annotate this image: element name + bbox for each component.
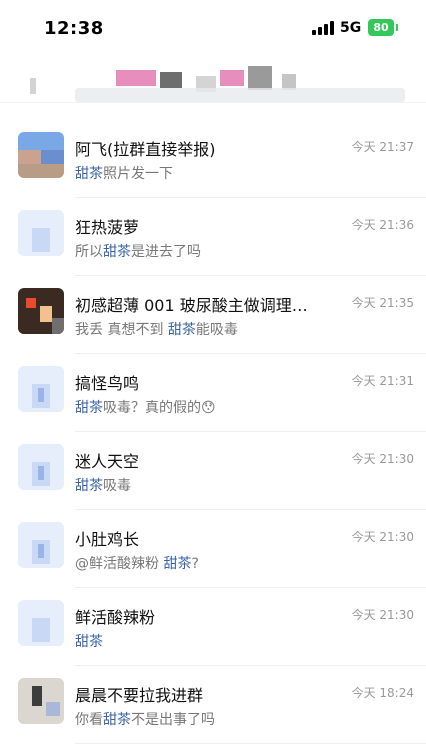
preview-suffix: 照片发一下	[103, 166, 173, 182]
chat-name: 狂热菠萝	[75, 218, 140, 237]
chat-time: 今天 21:30	[351, 452, 414, 466]
network-type: 5G	[340, 20, 362, 36]
status-bar: 12:38 5G 80	[0, 0, 426, 56]
chat-time: 今天 21:30	[351, 530, 414, 544]
chat-name: 小肚鸡长	[75, 530, 140, 549]
chat-list-item[interactable]: 迷人天空 今天 21:30 甜茶吸毒	[0, 432, 426, 510]
chat-list-item[interactable]: 鲜活酸辣粉 今天 21:30 甜茶	[0, 588, 426, 666]
chat-time: 今天 18:24	[351, 686, 414, 700]
chat-preview: 甜茶吸毒	[75, 475, 131, 495]
mention-tag[interactable]: 甜茶	[168, 322, 196, 338]
preview-suffix: 能吸毒	[195, 322, 238, 338]
mention-tag[interactable]: 甜茶	[75, 634, 103, 650]
chat-time: 今天 21:36	[351, 218, 414, 232]
chat-name: 晨晨不要拉我进群	[75, 686, 204, 705]
preview-prefix: 所以	[75, 244, 103, 260]
preview-prefix: 你看	[75, 712, 103, 728]
chat-name: 初感超薄 001 玻尿酸主做调理…	[75, 296, 308, 315]
preview-prefix: @鲜活酸辣粉	[75, 556, 164, 572]
row-divider	[75, 743, 426, 744]
chat-time: 今天 21:37	[351, 140, 414, 154]
chat-list-item[interactable]: 阿飞(拉群直接举报) 今天 21:37 甜茶照片发一下	[0, 120, 426, 198]
chat-time: 今天 21:31	[351, 374, 414, 388]
battery-icon: 80	[368, 19, 394, 36]
signal-strength-icon	[312, 21, 334, 35]
chat-time: 今天 21:30	[351, 608, 414, 622]
chat-list-item[interactable]: 小肚鸡长 今天 21:30 @鲜活酸辣粉 甜茶?	[0, 510, 426, 588]
mention-tag[interactable]: 甜茶	[163, 556, 191, 572]
avatar[interactable]	[18, 522, 64, 568]
mention-tag[interactable]: 甜茶	[75, 400, 103, 416]
preview-suffix: ?	[191, 556, 199, 572]
preview-suffix: 吸毒	[103, 478, 131, 494]
preview-suffix: 不是出事了吗	[131, 712, 215, 728]
status-time: 12:38	[44, 18, 104, 39]
preview-prefix: 我丢 真想不到	[75, 322, 168, 338]
mention-tag[interactable]: 甜茶	[103, 244, 131, 260]
chat-preview: 你看甜茶不是出事了吗	[75, 709, 215, 729]
avatar[interactable]	[18, 132, 64, 178]
chat-name: 阿飞(拉群直接举报)	[75, 140, 216, 159]
mention-tag[interactable]: 甜茶	[103, 712, 131, 728]
avatar[interactable]	[18, 366, 64, 412]
preview-suffix: 吸毒？真的假的😯	[103, 400, 216, 416]
header-divider	[0, 102, 426, 103]
chat-preview: 甜茶	[75, 631, 103, 651]
chat-list-item[interactable]: 搞怪鸟鸣 今天 21:31 甜茶吸毒？真的假的😯	[0, 354, 426, 432]
mention-tag[interactable]: 甜茶	[75, 166, 103, 182]
blurred-preview	[75, 88, 405, 102]
battery-tip	[396, 24, 398, 31]
avatar[interactable]	[18, 444, 64, 490]
avatar[interactable]	[18, 210, 64, 256]
chat-list-item[interactable]: 初感超薄 001 玻尿酸主做调理… 今天 21:35 我丢 真想不到 甜茶能吸毒	[0, 276, 426, 354]
chat-list-item[interactable]: 晨晨不要拉我进群 今天 18:24 你看甜茶不是出事了吗	[0, 666, 426, 744]
chat-preview: 甜茶吸毒？真的假的😯	[75, 397, 216, 417]
chat-preview: 甜茶照片发一下	[75, 163, 173, 183]
avatar[interactable]	[18, 288, 64, 334]
avatar[interactable]	[18, 600, 64, 646]
chat-list-item[interactable]: 狂热菠萝 今天 21:36 所以甜茶是进去了吗	[0, 198, 426, 276]
chat-preview: 所以甜茶是进去了吗	[75, 241, 201, 261]
chat-name: 迷人天空	[75, 452, 140, 471]
chat-time: 今天 21:35	[351, 296, 414, 310]
chat-preview: 我丢 真想不到 甜茶能吸毒	[75, 319, 238, 339]
chat-name: 搞怪鸟鸣	[75, 374, 140, 393]
mention-tag[interactable]: 甜茶	[75, 478, 103, 494]
avatar[interactable]	[18, 678, 64, 724]
chat-name: 鲜活酸辣粉	[75, 608, 156, 627]
preview-suffix: 是进去了吗	[131, 244, 201, 260]
chat-preview: @鲜活酸辣粉 甜茶?	[75, 553, 199, 573]
